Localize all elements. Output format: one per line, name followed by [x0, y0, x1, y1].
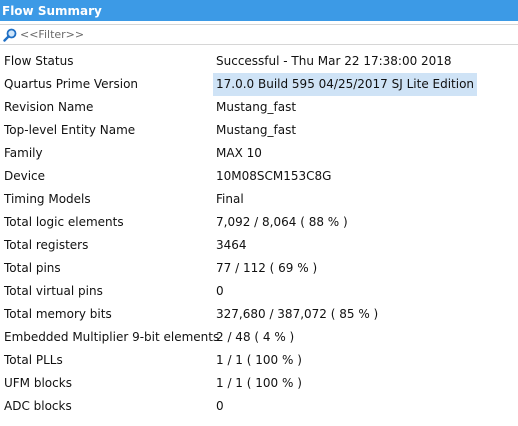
summary-table: Flow Status Successful - Thu Mar 22 17:3… — [0, 50, 518, 418]
row-value: Final — [216, 192, 244, 206]
search-icon[interactable] — [3, 28, 17, 42]
row-label: Total pins — [4, 261, 61, 275]
row-label: Total virtual pins — [4, 284, 103, 298]
row-value: Mustang_fast — [216, 100, 297, 114]
row-value: 10M08SCM153C8G — [216, 169, 332, 183]
row-label: Quartus Prime Version — [4, 77, 139, 91]
row-label: Total memory bits — [4, 307, 112, 321]
table-row[interactable]: Timing Models Final — [0, 188, 518, 211]
row-value: 2 / 48 ( 4 % ) — [216, 330, 295, 344]
row-label: Total PLLs — [4, 353, 63, 367]
row-value-selected[interactable]: 17.0.0 Build 595 04/25/2017 SJ Lite Edit… — [213, 73, 478, 96]
table-row[interactable]: Total virtual pins 0 — [0, 280, 518, 303]
table-row[interactable]: Total PLLs 1 / 1 ( 100 % ) — [0, 349, 518, 372]
flow-summary-panel: Flow Summary Flow Status Successful - Th… — [0, 0, 518, 426]
table-row[interactable]: Total registers 3464 — [0, 234, 518, 257]
table-row[interactable]: Embedded Multiplier 9-bit elements 2 / 4… — [0, 326, 518, 349]
table-row[interactable]: Flow Status Successful - Thu Mar 22 17:3… — [0, 50, 518, 73]
row-value: 1 / 1 ( 100 % ) — [216, 376, 302, 390]
row-label: Total logic elements — [4, 215, 124, 229]
table-row[interactable]: Total memory bits 327,680 / 387,072 ( 85… — [0, 303, 518, 326]
table-row[interactable]: Top-level Entity Name Mustang_fast — [0, 119, 518, 142]
row-label: ADC blocks — [4, 399, 72, 413]
row-label: Flow Status — [4, 54, 74, 68]
row-label: Total registers — [4, 238, 89, 252]
table-row[interactable]: Device 10M08SCM153C8G — [0, 165, 518, 188]
row-value: 3464 — [216, 238, 247, 252]
row-label: Device — [4, 169, 46, 183]
row-label: Revision Name — [4, 100, 94, 114]
row-label: Top-level Entity Name — [4, 123, 136, 137]
filter-input[interactable] — [20, 26, 500, 43]
row-value: Mustang_fast — [216, 123, 297, 137]
table-row[interactable]: Total pins 77 / 112 ( 69 % ) — [0, 257, 518, 280]
row-label: Timing Models — [4, 192, 91, 206]
row-value: 0 — [216, 284, 224, 298]
row-value: Successful - Thu Mar 22 17:38:00 2018 — [216, 54, 452, 68]
table-row[interactable]: Family MAX 10 — [0, 142, 518, 165]
table-row[interactable]: Revision Name Mustang_fast — [0, 96, 518, 119]
row-label: Embedded Multiplier 9-bit elements — [4, 330, 220, 344]
row-value: MAX 10 — [216, 146, 262, 160]
row-label: Family — [4, 146, 43, 160]
filter-bar — [0, 24, 518, 45]
table-row[interactable]: ADC blocks 0 — [0, 395, 518, 418]
table-row[interactable]: UFM blocks 1 / 1 ( 100 % ) — [0, 372, 518, 395]
row-label: UFM blocks — [4, 376, 72, 390]
table-row[interactable]: Quartus Prime Version 17.0.0 Build 595 0… — [0, 73, 518, 96]
row-value: 0 — [216, 399, 224, 413]
row-value: 7,092 / 8,064 ( 88 % ) — [216, 215, 348, 229]
panel-title: Flow Summary — [0, 0, 518, 21]
row-value: 77 / 112 ( 69 % ) — [216, 261, 318, 275]
row-value: 327,680 / 387,072 ( 85 % ) — [216, 307, 379, 321]
table-row[interactable]: Total logic elements 7,092 / 8,064 ( 88 … — [0, 211, 518, 234]
row-value: 1 / 1 ( 100 % ) — [216, 353, 302, 367]
